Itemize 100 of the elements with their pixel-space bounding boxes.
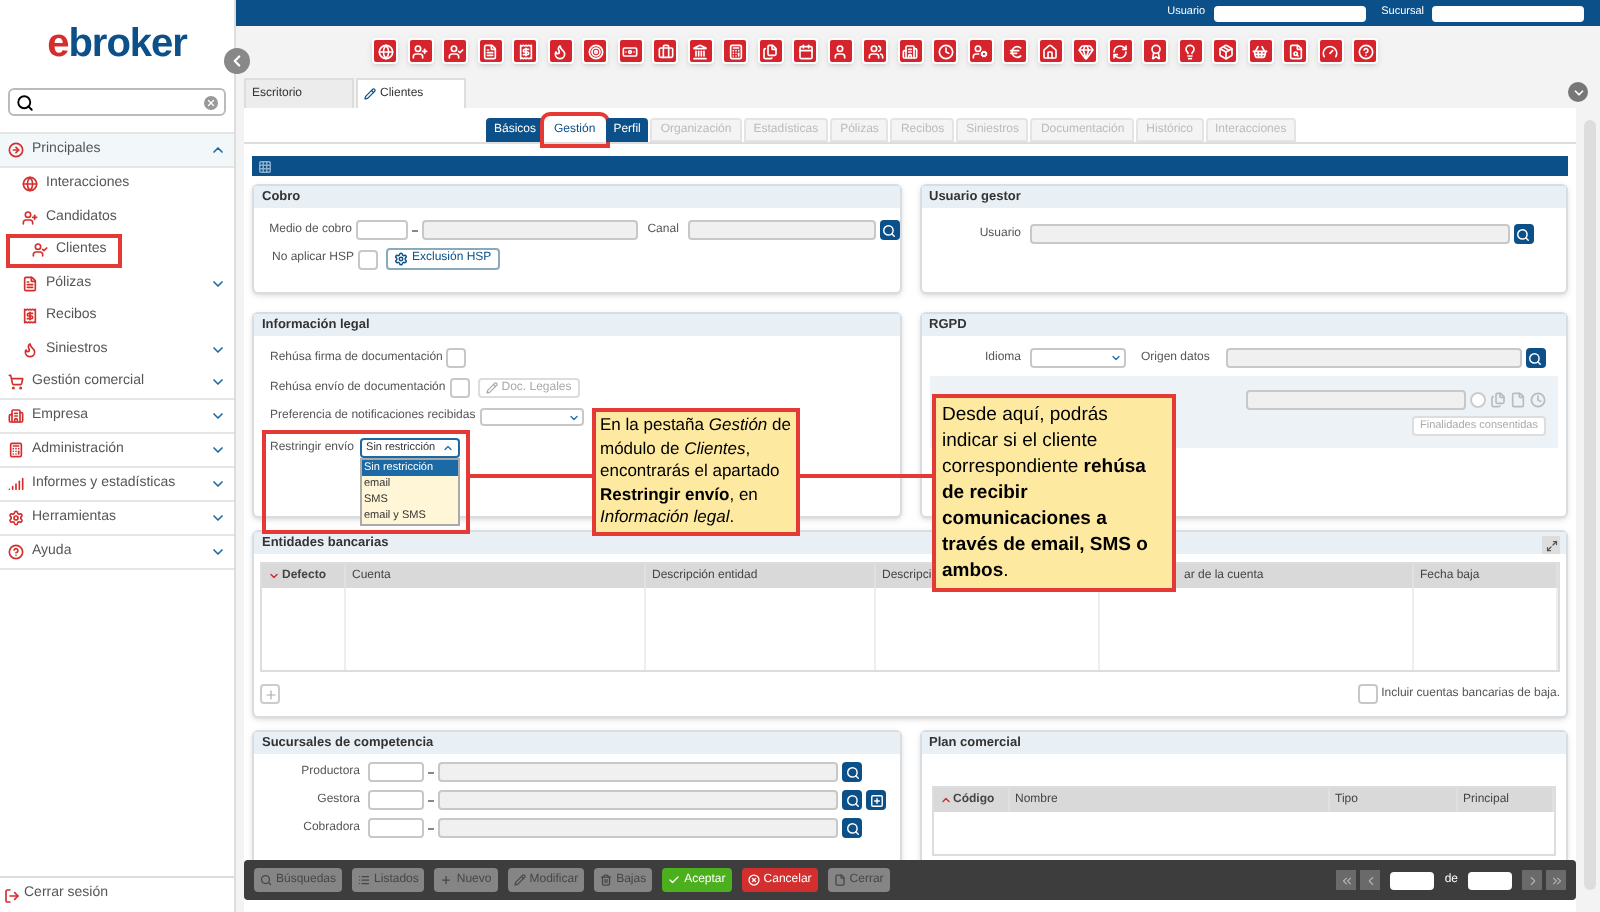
toolbar-button[interactable] xyxy=(722,38,748,64)
globe-icon xyxy=(377,43,393,59)
text-field[interactable] xyxy=(1029,224,1509,244)
toolbar-button[interactable] xyxy=(1212,38,1238,64)
previous-page-icon xyxy=(1363,873,1378,887)
text-field[interactable] xyxy=(438,818,838,838)
next-page-icon xyxy=(1525,873,1539,887)
text-field[interactable] xyxy=(368,762,424,782)
globe-icon xyxy=(22,176,38,193)
search-field[interactable] xyxy=(8,88,226,116)
text-field[interactable] xyxy=(368,818,424,838)
dropdown-field[interactable] xyxy=(1029,348,1125,368)
files-icon xyxy=(762,43,778,59)
checkbox[interactable] xyxy=(446,348,467,368)
text-field[interactable] xyxy=(438,790,838,810)
toolbar-button[interactable] xyxy=(1177,38,1203,64)
toolbar-button[interactable] xyxy=(687,38,713,64)
expand-icon xyxy=(1545,539,1557,551)
toolbar-button[interactable] xyxy=(1142,38,1168,64)
pencil-icon xyxy=(485,382,498,394)
check-icon xyxy=(668,874,681,886)
last-page-icon xyxy=(1549,873,1563,887)
plus-icon xyxy=(440,874,453,886)
toolbar-button[interactable] xyxy=(477,38,503,64)
toolbar-button[interactable] xyxy=(442,38,468,64)
clock-icon xyxy=(937,43,953,59)
page-count-field[interactable] xyxy=(1468,871,1512,889)
text-field[interactable] xyxy=(355,220,408,240)
search-button[interactable] xyxy=(879,220,899,240)
toolbar-button[interactable] xyxy=(827,38,853,64)
toolbar-button[interactable] xyxy=(792,38,818,64)
toolbar-button[interactable] xyxy=(897,38,923,64)
toolbar-button[interactable] xyxy=(1072,38,1098,64)
toolbar-button[interactable] xyxy=(372,38,398,64)
caret-icon xyxy=(1109,352,1121,364)
expand-button[interactable] xyxy=(1542,536,1560,554)
checkbox[interactable] xyxy=(1357,684,1378,704)
toolbar-button[interactable] xyxy=(1002,38,1028,64)
close-icon xyxy=(747,874,760,886)
text-field[interactable] xyxy=(1225,348,1522,368)
text-field[interactable] xyxy=(421,220,638,240)
pencil-icon xyxy=(513,874,526,886)
text-field[interactable] xyxy=(1246,389,1466,409)
trash-icon xyxy=(600,874,613,886)
plus-icon xyxy=(263,687,277,701)
expand-down-button[interactable] xyxy=(1568,82,1588,102)
branch-field[interactable] xyxy=(1432,5,1584,21)
search-button[interactable] xyxy=(1525,348,1546,368)
search-button[interactable] xyxy=(842,790,862,810)
search-button[interactable] xyxy=(1513,224,1533,244)
checkbox[interactable] xyxy=(358,249,378,269)
history-icon xyxy=(1530,391,1546,407)
refresh-icon xyxy=(1112,43,1128,59)
bars-icon xyxy=(8,476,24,492)
toolbar-button[interactable] xyxy=(582,38,608,64)
chevron-down-icon xyxy=(210,275,226,292)
plus-icon xyxy=(869,793,883,807)
gem-icon xyxy=(1077,43,1093,59)
users-icon xyxy=(867,43,883,59)
search-icon xyxy=(845,765,859,779)
chevron-down-icon xyxy=(1571,85,1585,99)
page-field[interactable] xyxy=(1390,871,1435,889)
toolbar-button[interactable] xyxy=(617,38,643,64)
first-page-button[interactable] xyxy=(1336,870,1357,890)
previous-page-button[interactable] xyxy=(1360,870,1381,890)
search-icon xyxy=(1516,227,1530,241)
dropdown-field[interactable] xyxy=(479,408,584,426)
toolbar-button[interactable] xyxy=(1282,38,1308,64)
collapse-button[interactable] xyxy=(224,48,250,74)
help-icon xyxy=(1357,43,1373,59)
toolbar-button[interactable] xyxy=(407,38,433,64)
chevron-down-icon xyxy=(210,510,226,526)
chevron-left-icon xyxy=(228,52,246,70)
toolbar-button[interactable] xyxy=(1037,38,1063,64)
toolbar-button[interactable] xyxy=(1247,38,1273,64)
checkbox[interactable] xyxy=(449,378,470,398)
toolbar-button[interactable] xyxy=(967,38,993,64)
search-button[interactable] xyxy=(842,762,862,782)
toolbar-button[interactable] xyxy=(652,38,678,64)
toolbar-button[interactable] xyxy=(512,38,538,64)
toolbar-button[interactable] xyxy=(1317,38,1343,64)
file-icon xyxy=(833,874,846,886)
text-field[interactable] xyxy=(688,220,875,240)
user-check-icon xyxy=(447,43,463,59)
toolbar-button[interactable] xyxy=(1107,38,1133,64)
text-field[interactable] xyxy=(368,790,424,810)
caret-icon xyxy=(442,442,455,454)
search-icon xyxy=(1528,351,1543,365)
toolbar-button[interactable] xyxy=(757,38,783,64)
search-button[interactable] xyxy=(842,818,862,838)
toolbar-button[interactable] xyxy=(932,38,958,64)
toolbar-button[interactable] xyxy=(547,38,573,64)
file-icon xyxy=(1510,391,1526,407)
user-field[interactable] xyxy=(1213,5,1366,21)
toolbar-button[interactable] xyxy=(1352,38,1378,64)
text-field[interactable] xyxy=(438,762,838,782)
list-icon xyxy=(358,874,371,886)
add-button[interactable] xyxy=(866,790,886,810)
record-icon xyxy=(1470,391,1486,407)
toolbar-button[interactable] xyxy=(862,38,888,64)
